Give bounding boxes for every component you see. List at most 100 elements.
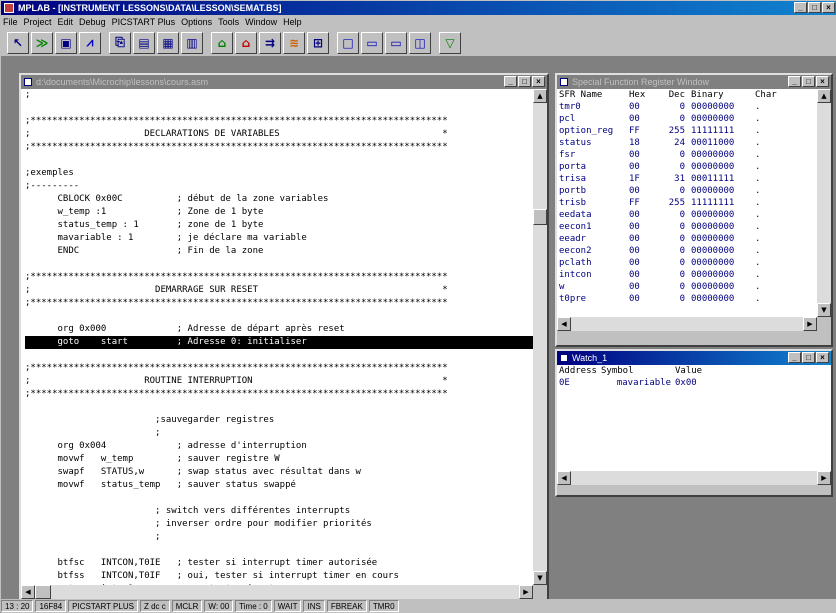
sfr-row[interactable]: trisa 1F 31 00011111. xyxy=(557,173,817,185)
code-line[interactable] xyxy=(25,349,533,362)
code-line[interactable]: ;***************************************… xyxy=(25,141,533,154)
sfr-row[interactable]: trisb FF 255 11111111. xyxy=(557,197,817,209)
code-line[interactable]: mavariable : 1 ; je déclare ma variable xyxy=(25,232,533,245)
code-line[interactable] xyxy=(25,258,533,271)
code-line[interactable]: swapf STATUS,w ; swap status avec résult… xyxy=(25,466,533,479)
code-line[interactable]: ;sauvegarder registres xyxy=(25,414,533,427)
code-line[interactable] xyxy=(25,544,533,557)
sfr-scroll-right-icon[interactable]: ▶ xyxy=(803,317,817,331)
size-grip[interactable] xyxy=(533,585,547,599)
sfr-row[interactable]: intcon 00 0 00000000. xyxy=(557,269,817,281)
open-icon[interactable]: ⎘ xyxy=(109,31,131,54)
code-line[interactable]: ;***************************************… xyxy=(25,388,533,401)
code-line[interactable]: ;exemples xyxy=(25,167,533,180)
watch-row[interactable]: 0E mavariable 0x00 xyxy=(557,377,831,389)
menu-file[interactable]: File xyxy=(3,17,18,27)
code-line[interactable]: ; DECLARATIONS DE VARIABLES * xyxy=(25,128,533,141)
animate-icon[interactable]: ≋ xyxy=(283,31,305,54)
code-line[interactable]: btfsc INTCON,T0IE ; tester si interrupt … xyxy=(25,557,533,570)
sfr-row[interactable]: eecon1 00 0 00000000. xyxy=(557,221,817,233)
sfr-minimize-button[interactable]: _ xyxy=(788,76,801,87)
sfr-close-button[interactable]: × xyxy=(816,76,829,87)
menu-picstart[interactable]: PICSTART Plus xyxy=(112,17,176,27)
minimize-button[interactable]: _ xyxy=(794,2,807,13)
run-icon[interactable]: ⌂ xyxy=(211,31,233,54)
close-button[interactable]: × xyxy=(822,2,835,13)
code-line[interactable]: ; xyxy=(25,531,533,544)
code-line[interactable]: status_temp : 1 ; zone de 1 byte xyxy=(25,219,533,232)
scroll-thumb[interactable] xyxy=(533,209,547,225)
window2-icon[interactable]: ▭ xyxy=(361,31,383,54)
sfr-row[interactable]: t0pre 00 0 00000000. xyxy=(557,293,817,305)
editor-minimize-button[interactable]: _ xyxy=(504,76,517,87)
stop-icon[interactable]: ⌂ xyxy=(235,31,257,54)
code-line[interactable]: btfss INTCON,T0IF ; oui, tester si inter… xyxy=(25,570,533,583)
code-line[interactable]: ;***************************************… xyxy=(25,115,533,128)
filter-icon[interactable]: ▽ xyxy=(439,31,461,54)
maximize-button[interactable]: □ xyxy=(808,2,821,13)
code-line[interactable]: ;***************************************… xyxy=(25,297,533,310)
menu-project[interactable]: Project xyxy=(24,17,52,27)
sfr-maximize-button[interactable]: □ xyxy=(802,76,815,87)
reset-icon[interactable]: ⩘ xyxy=(79,31,101,54)
save-icon[interactable]: ▤ xyxy=(133,31,155,54)
sfr-row[interactable]: option_reg FF 255 11111111. xyxy=(557,125,817,137)
sfr-title-bar[interactable]: Special Function Register Window _ □ × xyxy=(557,75,831,89)
code-editor[interactable]: ; ;**************************************… xyxy=(21,89,533,585)
sfr-scroll-up-icon[interactable]: ▲ xyxy=(817,89,831,103)
code-line[interactable]: org 0x004 ; adresse d'interruption xyxy=(25,440,533,453)
hscroll-thumb[interactable] xyxy=(35,585,51,599)
code-line[interactable]: ;***************************************… xyxy=(25,271,533,284)
step-icon[interactable]: ≫ xyxy=(31,31,53,54)
code-line[interactable] xyxy=(25,401,533,414)
editor-title-bar[interactable]: d:\documents\Microchip\lessons\cours.asm… xyxy=(21,75,547,89)
menu-window[interactable]: Window xyxy=(245,17,277,27)
code-line[interactable]: org 0x000 ; Adresse de départ après rese… xyxy=(25,323,533,336)
sfr-row[interactable]: tmr0 00 0 00000000. xyxy=(557,101,817,113)
build-icon[interactable]: ▦ xyxy=(157,31,179,54)
sfr-row[interactable]: eecon2 00 0 00000000. xyxy=(557,245,817,257)
code-line[interactable] xyxy=(25,310,533,323)
code-line[interactable]: ; inverser ordre pour modifier priorités xyxy=(25,518,533,531)
code-line[interactable] xyxy=(25,492,533,505)
sfr-row[interactable]: portb 00 0 00000000. xyxy=(557,185,817,197)
sfr-row[interactable]: eedata 00 0 00000000. xyxy=(557,209,817,221)
scroll-down-icon[interactable]: ▼ xyxy=(533,571,547,585)
watch-title-bar[interactable]: Watch_1 _ □ × xyxy=(557,351,831,365)
window3-icon[interactable]: ▭ xyxy=(385,31,407,54)
code-line[interactable]: ENDC ; Fin de la zone xyxy=(25,245,533,258)
arrow-icon[interactable]: ↖ xyxy=(7,31,29,54)
menu-tools[interactable]: Tools xyxy=(218,17,239,27)
menu-edit[interactable]: Edit xyxy=(58,17,74,27)
editor-vertical-scrollbar[interactable]: ▲ ▼ xyxy=(533,89,547,585)
menu-help[interactable]: Help xyxy=(283,17,302,27)
code-line[interactable]: ;--------- xyxy=(25,180,533,193)
code-line[interactable]: ; xyxy=(25,427,533,440)
sfr-row[interactable]: pclath 00 0 00000000. xyxy=(557,257,817,269)
code-line[interactable]: goto start ; Adresse 0: initialiser xyxy=(25,336,533,349)
trace-icon[interactable]: ⊞ xyxy=(307,31,329,54)
code-line[interactable]: w_temp :1 ; Zone de 1 byte xyxy=(25,206,533,219)
app-title-bar[interactable]: MPLAB - [INSTRUMENT LESSONS\DATA\LESSON\… xyxy=(1,1,836,15)
menu-options[interactable]: Options xyxy=(181,17,212,27)
sfr-scroll-left-icon[interactable]: ◀ xyxy=(557,317,571,331)
sfr-scroll-down-icon[interactable]: ▼ xyxy=(817,303,831,317)
editor-close-button[interactable]: × xyxy=(532,76,545,87)
scroll-right-icon[interactable]: ▶ xyxy=(519,585,533,599)
code-line[interactable]: movwf status_temp ; sauver status swappé xyxy=(25,479,533,492)
sfr-row[interactable]: fsr 00 0 00000000. xyxy=(557,149,817,161)
sfr-vertical-scrollbar[interactable]: ▲ ▼ xyxy=(817,89,831,317)
sfr-horizontal-scrollbar[interactable]: ◀ ▶ xyxy=(557,317,817,331)
step-over-icon[interactable]: ⇉ xyxy=(259,31,281,54)
sfr-row[interactable]: w 00 0 00000000. xyxy=(557,281,817,293)
code-line[interactable] xyxy=(25,154,533,167)
watch-scroll-right-icon[interactable]: ▶ xyxy=(817,471,831,485)
window1-icon[interactable]: □ xyxy=(337,31,359,54)
code-line[interactable]: CBLOCK 0x00C ; début de la zone variable… xyxy=(25,193,533,206)
watch-maximize-button[interactable]: □ xyxy=(802,352,815,363)
menu-debug[interactable]: Debug xyxy=(79,17,106,27)
code-line[interactable]: movwf w_temp ; sauver registre W xyxy=(25,453,533,466)
watch-scroll-left-icon[interactable]: ◀ xyxy=(557,471,571,485)
code-line[interactable]: ; xyxy=(25,89,533,102)
watch-horizontal-scrollbar[interactable]: ◀ ▶ xyxy=(557,471,831,485)
